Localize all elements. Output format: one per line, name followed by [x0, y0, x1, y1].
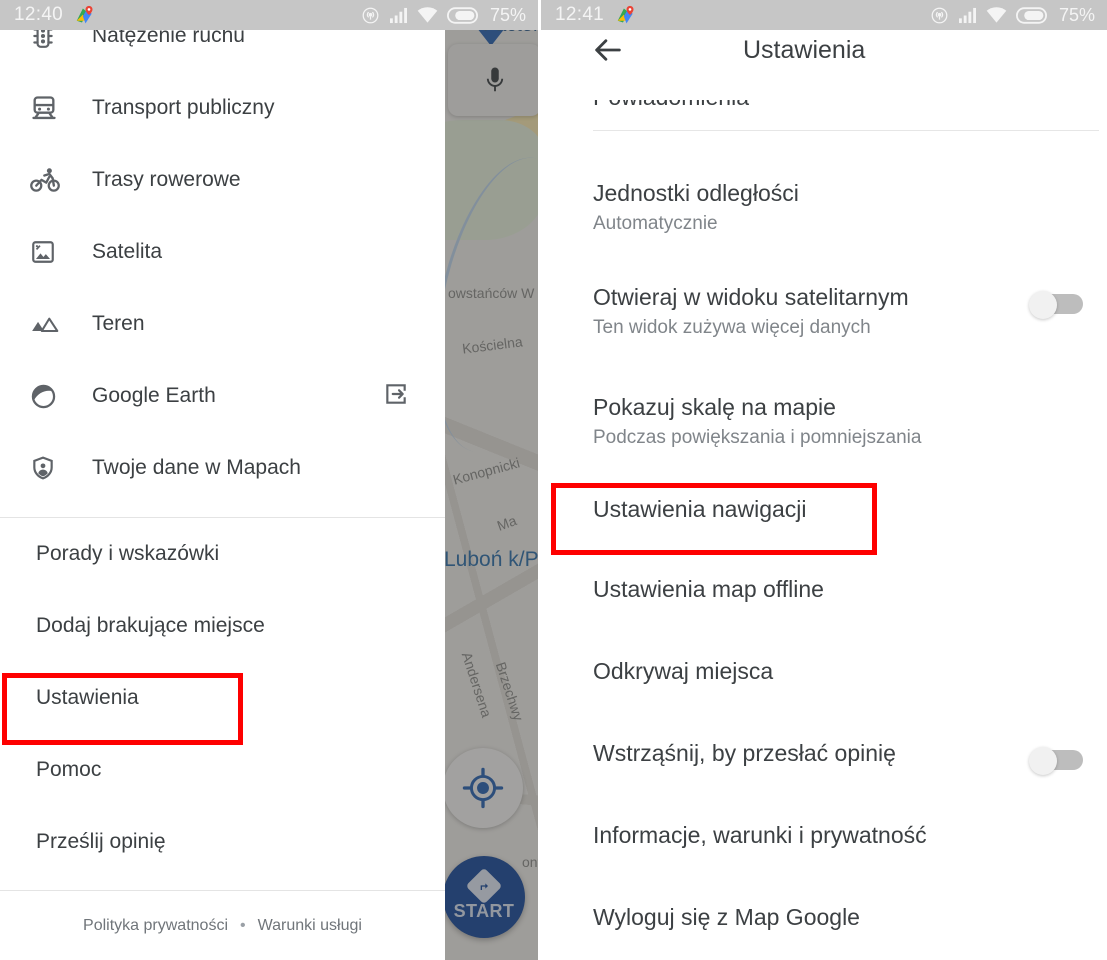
- settings-row-about-terms-privacy[interactable]: Informacje, warunki i prywatność: [541, 821, 1107, 865]
- drawer-item-add-place[interactable]: Dodaj brakujące miejsce: [0, 590, 445, 662]
- settings-row-title: Jednostki odległości: [593, 180, 799, 206]
- page-title: Ustawienia: [743, 35, 866, 64]
- wifi-icon: [986, 6, 1007, 23]
- left-screen-maps-drawer: Factor owstańców W Kościelna Konopnicki …: [0, 0, 538, 960]
- status-right-icons: 75%: [361, 5, 526, 26]
- settings-row-navigation-settings[interactable]: Ustawienia nawigacji: [541, 495, 1107, 539]
- drawer-item-label: Pomoc: [36, 758, 102, 781]
- drawer-item-settings[interactable]: Ustawienia: [0, 662, 445, 734]
- drawer-item-satellite[interactable]: Satelita: [0, 216, 445, 288]
- right-status-bar: 12:41 75%: [541, 0, 1107, 30]
- drawer-secondary-items: Porady i wskazówki Dodaj brakujące miejs…: [0, 518, 445, 878]
- bicycle-icon: [30, 167, 70, 193]
- shield-person-icon: [30, 454, 70, 482]
- drawer-item-send-feedback[interactable]: Prześlij opinię: [0, 806, 445, 878]
- drawer-item-label: Google Earth: [92, 384, 216, 407]
- left-status-bar: 12:40 75%: [0, 0, 538, 30]
- drawer-footer: Polityka prywatności • Warunki usługi: [0, 890, 445, 960]
- drawer-layer-items: Natężenie ruchu Transport publiczny Tras…: [0, 0, 445, 504]
- back-arrow-icon[interactable]: [591, 33, 625, 67]
- settings-row-explore-places[interactable]: Odkrywaj miejsca: [541, 657, 1107, 701]
- settings-row-offline-maps[interactable]: Ustawienia map offline: [541, 575, 1107, 619]
- signal-bars-icon: [389, 7, 407, 23]
- drawer-item-label: Transport publiczny: [92, 96, 275, 119]
- hotspot-icon: [931, 7, 948, 23]
- drawer-item-tips[interactable]: Porady i wskazówki: [0, 518, 445, 590]
- drawer-item-label: Porady i wskazówki: [36, 542, 220, 565]
- settings-row-title: Odkrywaj miejsca: [593, 658, 774, 684]
- settings-row-partial-notifications[interactable]: Powiadomienia: [541, 100, 1107, 130]
- settings-row-title: Wyloguj się z Map Google: [593, 904, 860, 930]
- drawer-item-google-earth[interactable]: Google Earth: [0, 360, 445, 432]
- open-external-icon[interactable]: [383, 381, 409, 412]
- battery-icon: [446, 6, 478, 24]
- google-earth-icon: [30, 383, 70, 410]
- settings-row-subtitle: Ten widok zużywa więcej danych: [593, 316, 871, 338]
- drawer-item-help[interactable]: Pomoc: [0, 734, 445, 806]
- privacy-policy-link[interactable]: Polityka prywatności: [83, 917, 228, 935]
- signal-bars-icon: [958, 7, 976, 23]
- maps-badge-icon: [616, 5, 637, 26]
- toggle-thumb: [1029, 291, 1057, 319]
- settings-row-title: Ustawienia nawigacji: [593, 496, 807, 522]
- terrain-mountains-icon: [30, 313, 70, 335]
- wifi-icon: [417, 6, 438, 23]
- settings-row-shake-feedback[interactable]: Wstrząśnij, by przesłać opinię: [541, 739, 1107, 783]
- settings-row-title: Powiadomienia: [593, 100, 749, 111]
- settings-row-title: Informacje, warunki i prywatność: [593, 822, 927, 848]
- drawer-item-bicycling[interactable]: Trasy rowerowe: [0, 144, 445, 216]
- settings-row-subtitle: Podczas powiększania i pomniejszania: [593, 426, 922, 448]
- settings-divider: [593, 130, 1099, 131]
- drawer-item-transit[interactable]: Transport publiczny: [0, 72, 445, 144]
- status-right-icons: 75%: [930, 5, 1095, 26]
- battery-percent: 75%: [489, 4, 526, 25]
- status-clock: 12:40: [14, 4, 64, 25]
- satellite-image-icon: [30, 239, 70, 265]
- settings-list: Jednostki odległości Automatycznie Otwie…: [541, 179, 1107, 947]
- drawer-item-label: Ustawienia: [36, 686, 139, 709]
- train-icon: [30, 94, 70, 122]
- drawer-item-your-data[interactable]: Twoje dane w Mapach: [0, 432, 445, 504]
- drawer-item-label: Teren: [92, 312, 145, 335]
- settings-row-subtitle: Automatycznie: [593, 212, 718, 234]
- drawer-item-label: Twoje dane w Mapach: [92, 456, 301, 479]
- dual-screenshot-composite: Factor owstańców W Kościelna Konopnicki …: [0, 0, 1107, 960]
- maps-badge-icon: [75, 5, 96, 26]
- drawer-item-label: Dodaj brakujące miejsce: [36, 614, 265, 637]
- drawer-item-terrain[interactable]: Teren: [0, 288, 445, 360]
- settings-row-open-satellite[interactable]: Otwieraj w widoku satelitarnym Ten widok…: [541, 283, 1107, 357]
- battery-percent: 75%: [1058, 4, 1095, 25]
- footer-separator: •: [240, 916, 246, 934]
- terms-of-service-link[interactable]: Warunki usługi: [258, 917, 362, 935]
- shake-feedback-toggle[interactable]: [1027, 747, 1083, 775]
- hotspot-icon: [362, 7, 379, 23]
- drawer-item-label: Satelita: [92, 240, 163, 263]
- toggle-thumb: [1029, 747, 1057, 775]
- settings-row-sign-out[interactable]: Wyloguj się z Map Google: [541, 903, 1107, 947]
- settings-row-title: Pokazuj skalę na mapie: [593, 394, 836, 420]
- maps-side-drawer: Natężenie ruchu Transport publiczny Tras…: [0, 0, 445, 960]
- settings-row-title: Wstrząśnij, by przesłać opinię: [593, 740, 896, 766]
- drawer-item-label: Prześlij opinię: [36, 830, 166, 853]
- satellite-view-toggle[interactable]: [1027, 291, 1083, 319]
- drawer-item-label: Trasy rowerowe: [92, 168, 241, 191]
- settings-row-distance-units[interactable]: Jednostki odległości Automatycznie: [541, 179, 1107, 249]
- settings-row-title: Ustawienia map offline: [593, 576, 824, 602]
- settings-row-title: Otwieraj w widoku satelitarnym: [593, 284, 909, 310]
- settings-row-show-scale[interactable]: Pokazuj skalę na mapie Podczas powiększa…: [541, 393, 1107, 467]
- right-screen-settings: Ustawienia Powiadomienia Jednostki odleg…: [541, 0, 1107, 960]
- battery-icon: [1015, 6, 1047, 24]
- status-clock: 12:41: [555, 4, 605, 25]
